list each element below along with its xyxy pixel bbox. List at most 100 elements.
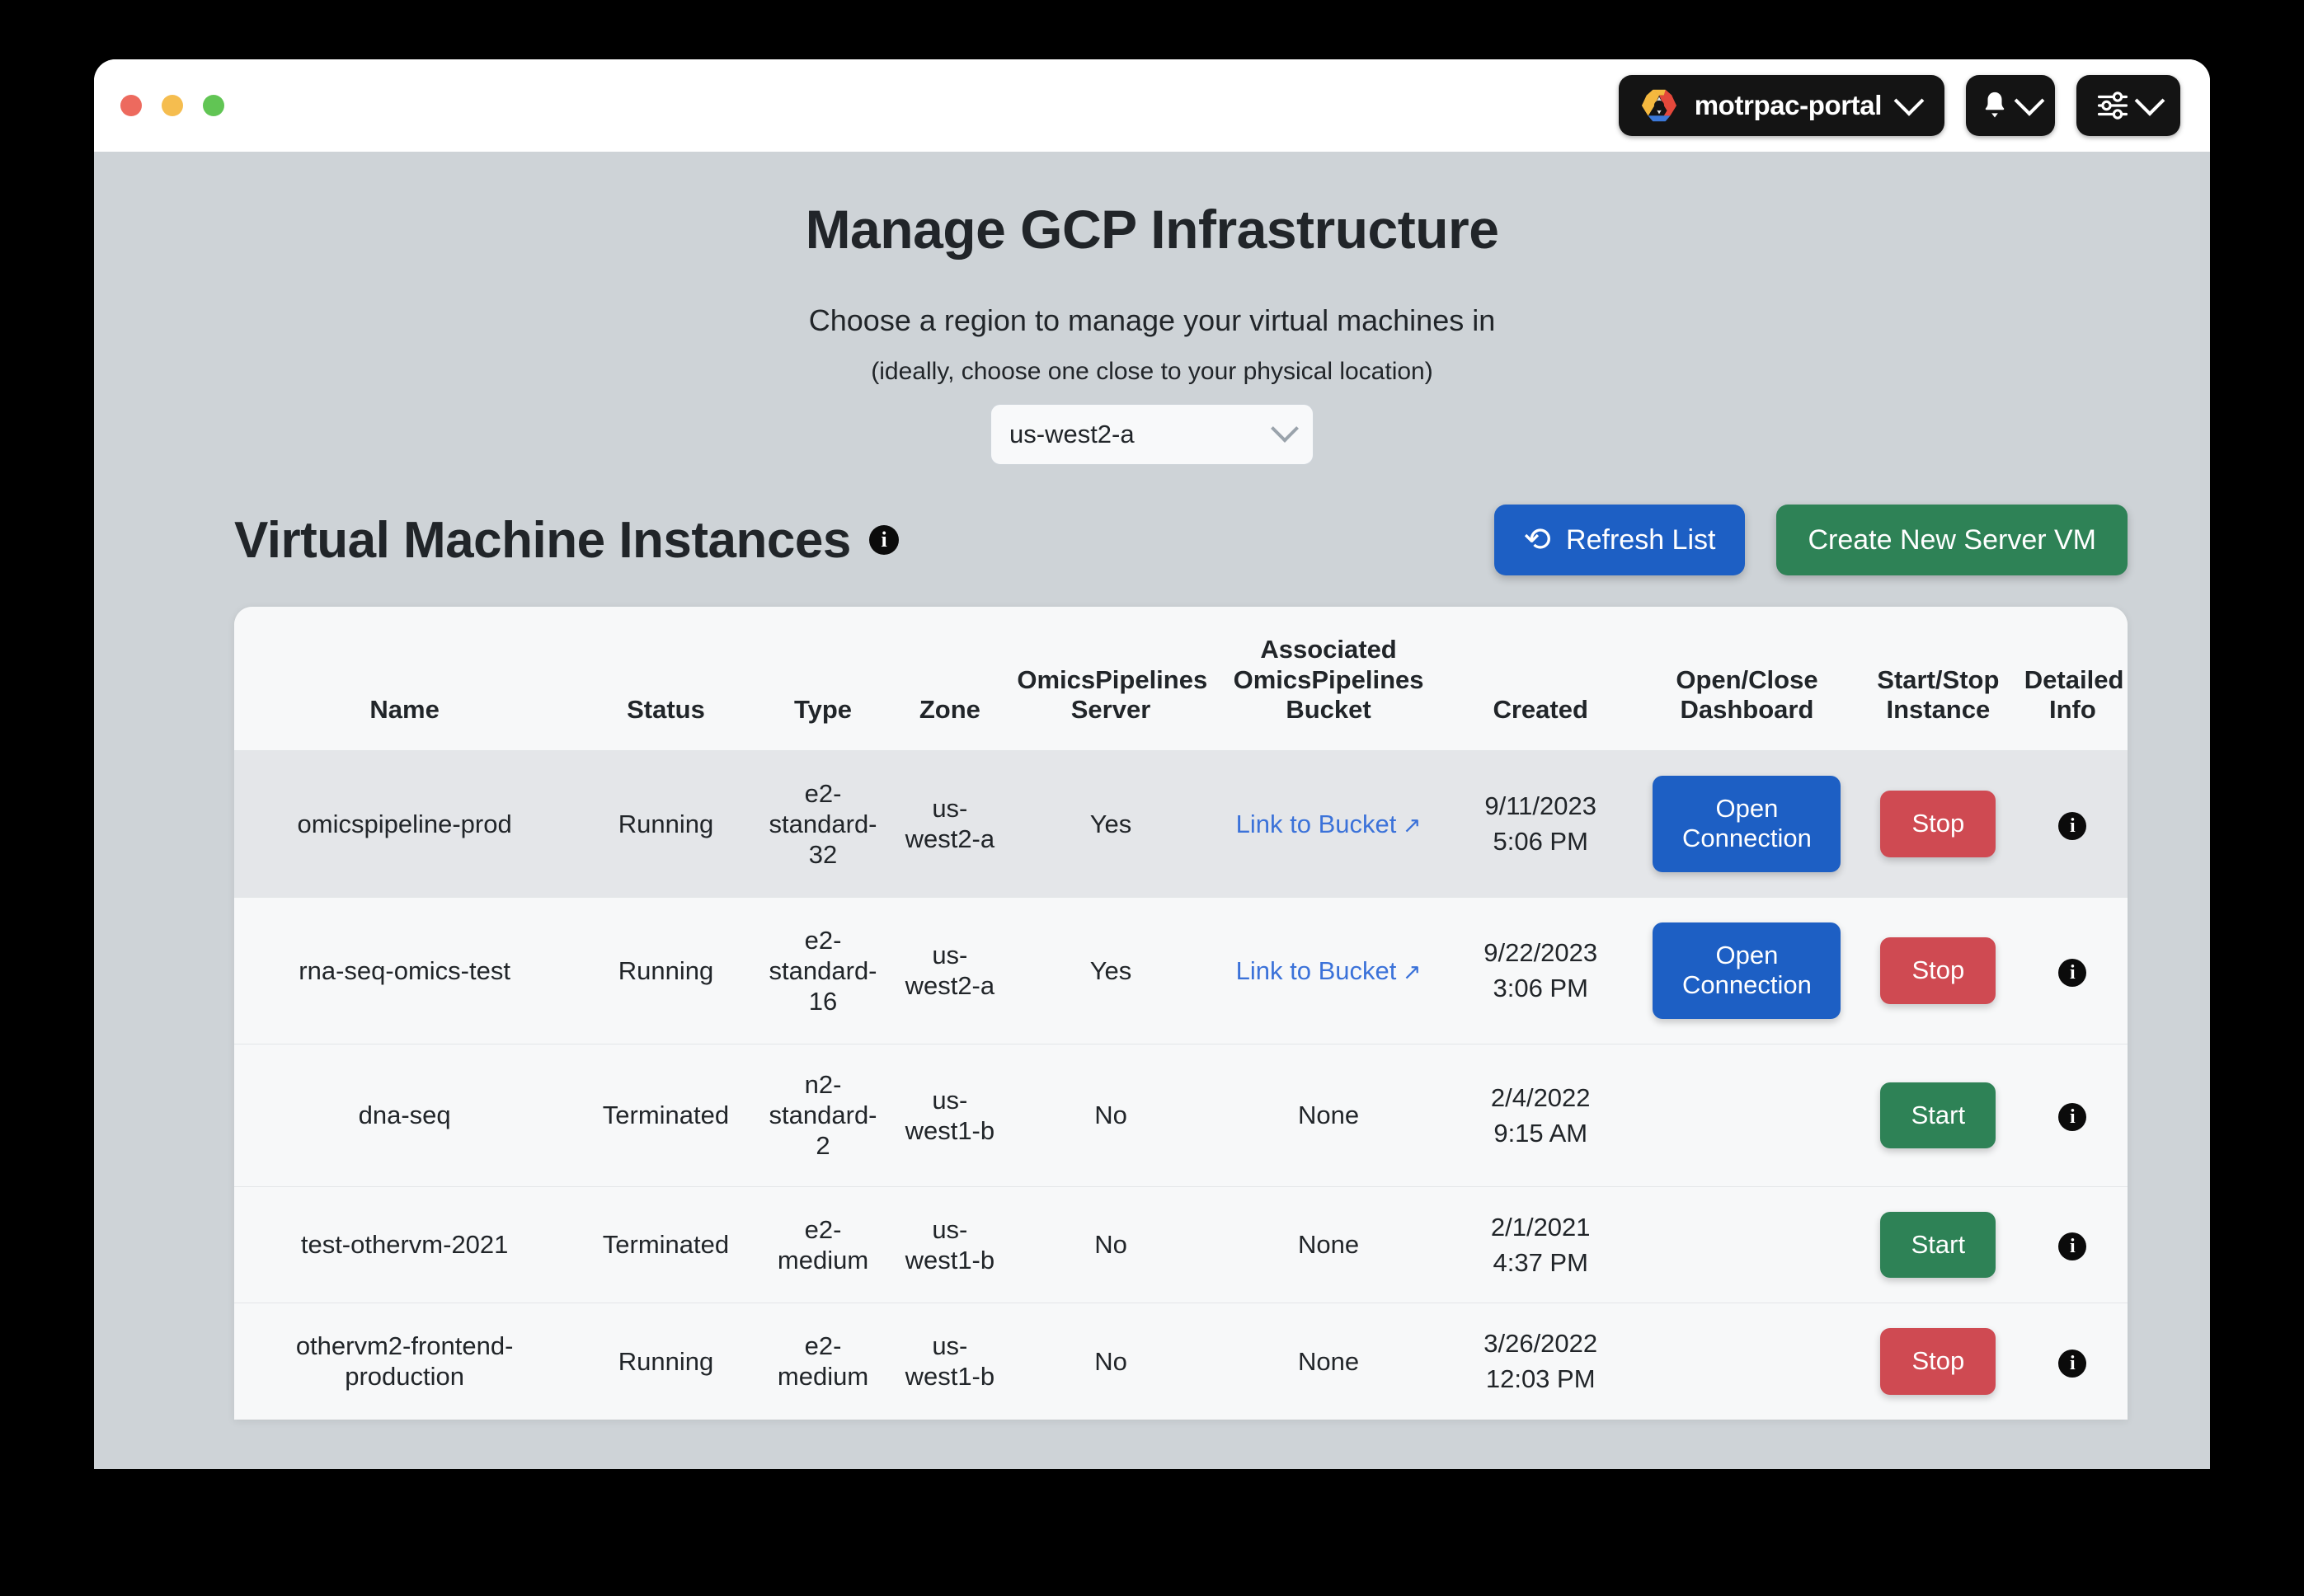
external-link-icon: ↗ xyxy=(1396,959,1422,984)
start-instance-button[interactable]: Start xyxy=(1880,1211,1996,1279)
settings-button[interactable] xyxy=(2076,75,2180,136)
open-connection-button[interactable]: Open Connection xyxy=(1653,922,1841,1020)
table-head: Name Status Type Zone OmicsPipelines Ser… xyxy=(234,607,2128,751)
vm-created: 9/11/2023 5:06 PM xyxy=(1446,749,1635,898)
column-header-open-close-dashboard: Open/Close Dashboard xyxy=(1635,607,1859,751)
column-header-associated-omicspipelines-bucket: Associated OmicsPipelines Bucket xyxy=(1211,607,1446,751)
vm-bucket-cell: None xyxy=(1211,1044,1446,1187)
vm-power-cell: Start xyxy=(1858,1044,2018,1187)
vm-zone: us-west2-a xyxy=(889,896,1011,1044)
vm-name: dna-seq xyxy=(234,1044,576,1187)
page-title: Manage GCP Infrastructure xyxy=(805,199,1499,260)
table-header-row: Name Status Type Zone OmicsPipelines Ser… xyxy=(234,607,2128,751)
table-row: test-othervm-2021 Terminated e2-medium u… xyxy=(234,1185,2128,1303)
info-icon[interactable]: i xyxy=(2058,811,2087,840)
create-new-server-vm-button[interactable]: Create New Server VM xyxy=(1776,505,2128,575)
vm-type: e2-standard-16 xyxy=(756,896,890,1044)
section-title-group: Virtual Machine Instances i xyxy=(234,511,899,570)
vm-created: 9/22/2023 3:06 PM xyxy=(1446,896,1635,1044)
vm-zone: us-west1-b xyxy=(889,1044,1011,1187)
vm-bucket-cell: None xyxy=(1211,1185,1446,1303)
vm-type: e2-medium xyxy=(756,1303,890,1420)
vm-type: n2-standard-2 xyxy=(756,1044,890,1187)
vm-status: Running xyxy=(575,749,757,898)
vm-bucket-cell: Link to Bucket ↗ xyxy=(1211,896,1446,1044)
external-link-icon: ↗ xyxy=(1396,812,1422,838)
maximize-window-button[interactable] xyxy=(203,95,224,116)
vm-name: rna-seq-omics-test xyxy=(234,896,576,1044)
vm-dashboard-cell: Open Connection xyxy=(1635,896,1859,1044)
vm-zone: us-west2-a xyxy=(889,749,1011,898)
refresh-icon: ⟳ xyxy=(1523,522,1552,558)
table-row: rna-seq-omics-test Running e2-standard-1… xyxy=(234,896,2128,1044)
vm-omics-server: No xyxy=(1010,1185,1211,1303)
column-header-start-stop-instance: Start/Stop Instance xyxy=(1858,607,2018,751)
browser-window: motrpac-portal Manage GCP Infrastructure… xyxy=(94,59,2210,1469)
vm-omics-server: No xyxy=(1010,1044,1211,1187)
vm-created: 2/1/2021 4:37 PM xyxy=(1446,1185,1635,1303)
column-header-status: Status xyxy=(575,607,757,751)
column-header-created: Created xyxy=(1446,607,1635,751)
bucket-link[interactable]: Link to Bucket ↗ xyxy=(1236,810,1422,838)
info-icon[interactable]: i xyxy=(2058,958,2087,987)
column-header-zone: Zone xyxy=(889,607,1011,751)
start-instance-button[interactable]: Start xyxy=(1880,1082,1996,1149)
vm-bucket-cell: Link to Bucket ↗ xyxy=(1211,749,1446,898)
vm-info-cell: i xyxy=(2017,1303,2128,1420)
vm-created: 2/4/2022 9:15 AM xyxy=(1446,1044,1635,1187)
table-row: dna-seq Terminated n2-standard-2 us-west… xyxy=(234,1044,2128,1187)
vm-info-cell: i xyxy=(2017,1044,2128,1187)
stop-instance-button[interactable]: Stop xyxy=(1880,937,1996,1004)
info-icon[interactable]: i xyxy=(2058,1232,2087,1261)
vm-info-cell: i xyxy=(2017,1185,2128,1303)
bell-icon xyxy=(1981,90,2009,121)
bucket-link[interactable]: Link to Bucket ↗ xyxy=(1236,956,1422,985)
vm-dashboard-cell: Open Connection xyxy=(1635,749,1859,898)
vm-zone: us-west1-b xyxy=(889,1185,1011,1303)
chevron-down-icon xyxy=(1271,414,1299,443)
region-select-value: us-west2-a xyxy=(1009,420,1135,448)
region-select-wrapper: us-west2-a xyxy=(94,404,2210,465)
chevron-down-icon xyxy=(2014,85,2045,116)
vm-dashboard-cell xyxy=(1635,1303,1859,1420)
vm-info-cell: i xyxy=(2017,749,2128,898)
screen: motrpac-portal Manage GCP Infrastructure… xyxy=(0,0,2304,1596)
vm-status: Running xyxy=(575,896,757,1044)
notifications-button[interactable] xyxy=(1966,75,2055,136)
vm-omics-server: Yes xyxy=(1010,749,1211,898)
vm-bucket-cell: None xyxy=(1211,1303,1446,1420)
page-subtitle: Choose a region to manage your virtual m… xyxy=(808,303,1496,337)
section-header: Virtual Machine Instances i ⟳ Refresh Li… xyxy=(234,505,2128,575)
vm-zone: us-west1-b xyxy=(889,1303,1011,1420)
open-connection-button[interactable]: Open Connection xyxy=(1653,775,1841,872)
minimize-window-button[interactable] xyxy=(162,95,183,116)
vm-power-cell: Stop xyxy=(1858,896,2018,1044)
vm-status: Terminated xyxy=(575,1044,757,1187)
region-select[interactable]: us-west2-a xyxy=(990,404,1314,465)
column-header-omicspipelines-server: OmicsPipelines Server xyxy=(1010,607,1211,751)
vm-omics-server: No xyxy=(1010,1303,1211,1420)
vm-type: e2-standard-32 xyxy=(756,749,890,898)
vm-power-cell: Start xyxy=(1858,1185,2018,1303)
info-icon[interactable]: i xyxy=(2058,1349,2087,1378)
google-cloud-logo-icon xyxy=(1640,88,1678,123)
vm-name: test-othervm-2021 xyxy=(234,1185,576,1303)
page-subtitle-note: (ideally, choose one close to your physi… xyxy=(871,358,1433,385)
stop-instance-button[interactable]: Stop xyxy=(1880,791,1996,857)
column-header-detailed-info: Detailed Info xyxy=(2017,607,2128,751)
chevron-down-icon xyxy=(2134,85,2165,116)
stop-instance-button[interactable]: Stop xyxy=(1880,1328,1996,1395)
info-icon[interactable]: i xyxy=(868,525,899,555)
vm-power-cell: Stop xyxy=(1858,749,2018,898)
vm-info-cell: i xyxy=(2017,896,2128,1044)
vm-name: omicspipeline-prod xyxy=(234,749,576,898)
refresh-list-button[interactable]: ⟳ Refresh List xyxy=(1493,505,1746,575)
chevron-down-icon xyxy=(1893,85,1925,116)
window-controls xyxy=(120,95,224,116)
vm-omics-server: Yes xyxy=(1010,896,1211,1044)
info-icon[interactable]: i xyxy=(2058,1103,2087,1132)
vm-status: Terminated xyxy=(575,1185,757,1303)
close-window-button[interactable] xyxy=(120,95,142,116)
section-actions: ⟳ Refresh List Create New Server VM xyxy=(1493,505,2128,575)
project-selector-button[interactable]: motrpac-portal xyxy=(1618,75,1944,136)
